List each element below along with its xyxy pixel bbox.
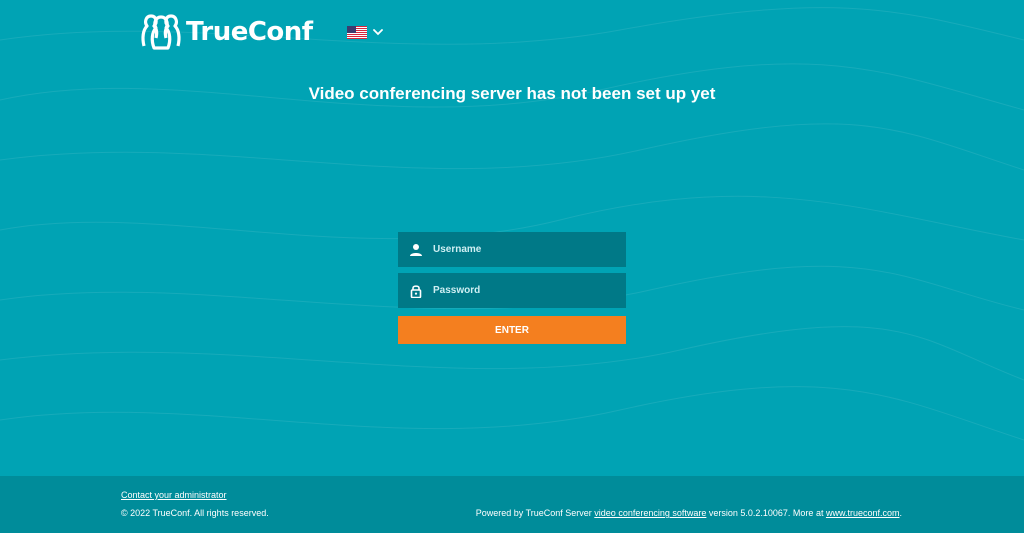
powered-prefix: Powered by TrueConf Server [475, 508, 595, 518]
chevron-down-icon [372, 28, 383, 35]
powered-by-text: Powered by TrueConf Server video confere… [476, 508, 902, 518]
enter-button[interactable]: ENTER [398, 316, 626, 344]
page-title: Video conferencing server has not been s… [308, 84, 716, 103]
people-logo-icon [141, 14, 181, 50]
password-input[interactable] [423, 273, 626, 308]
us-flag-icon [346, 25, 367, 39]
lock-icon [410, 284, 422, 298]
footer: Contact your administrator © 2022 TrueCo… [0, 476, 1024, 533]
version-text: version 5.0.2.10067. More at [706, 508, 826, 518]
copyright-text: © 2022 TrueConf. All rights reserved. [121, 508, 269, 518]
language-selector[interactable] [346, 25, 383, 39]
trueconf-logo[interactable]: TrueConf [138, 12, 313, 52]
user-icon [410, 243, 422, 256]
powered-suffix: . [899, 508, 902, 518]
header: TrueConf [138, 12, 383, 52]
trueconf-site-link[interactable]: www.trueconf.com [826, 508, 900, 518]
contact-administrator-link[interactable]: Contact your administrator [121, 490, 227, 500]
brand-name: TrueConf [186, 17, 313, 47]
username-field-container [398, 232, 626, 267]
username-input[interactable] [423, 232, 626, 267]
login-form: ENTER [398, 232, 626, 344]
video-conferencing-software-link[interactable]: video conferencing software [594, 508, 706, 518]
password-field-container [398, 273, 626, 308]
